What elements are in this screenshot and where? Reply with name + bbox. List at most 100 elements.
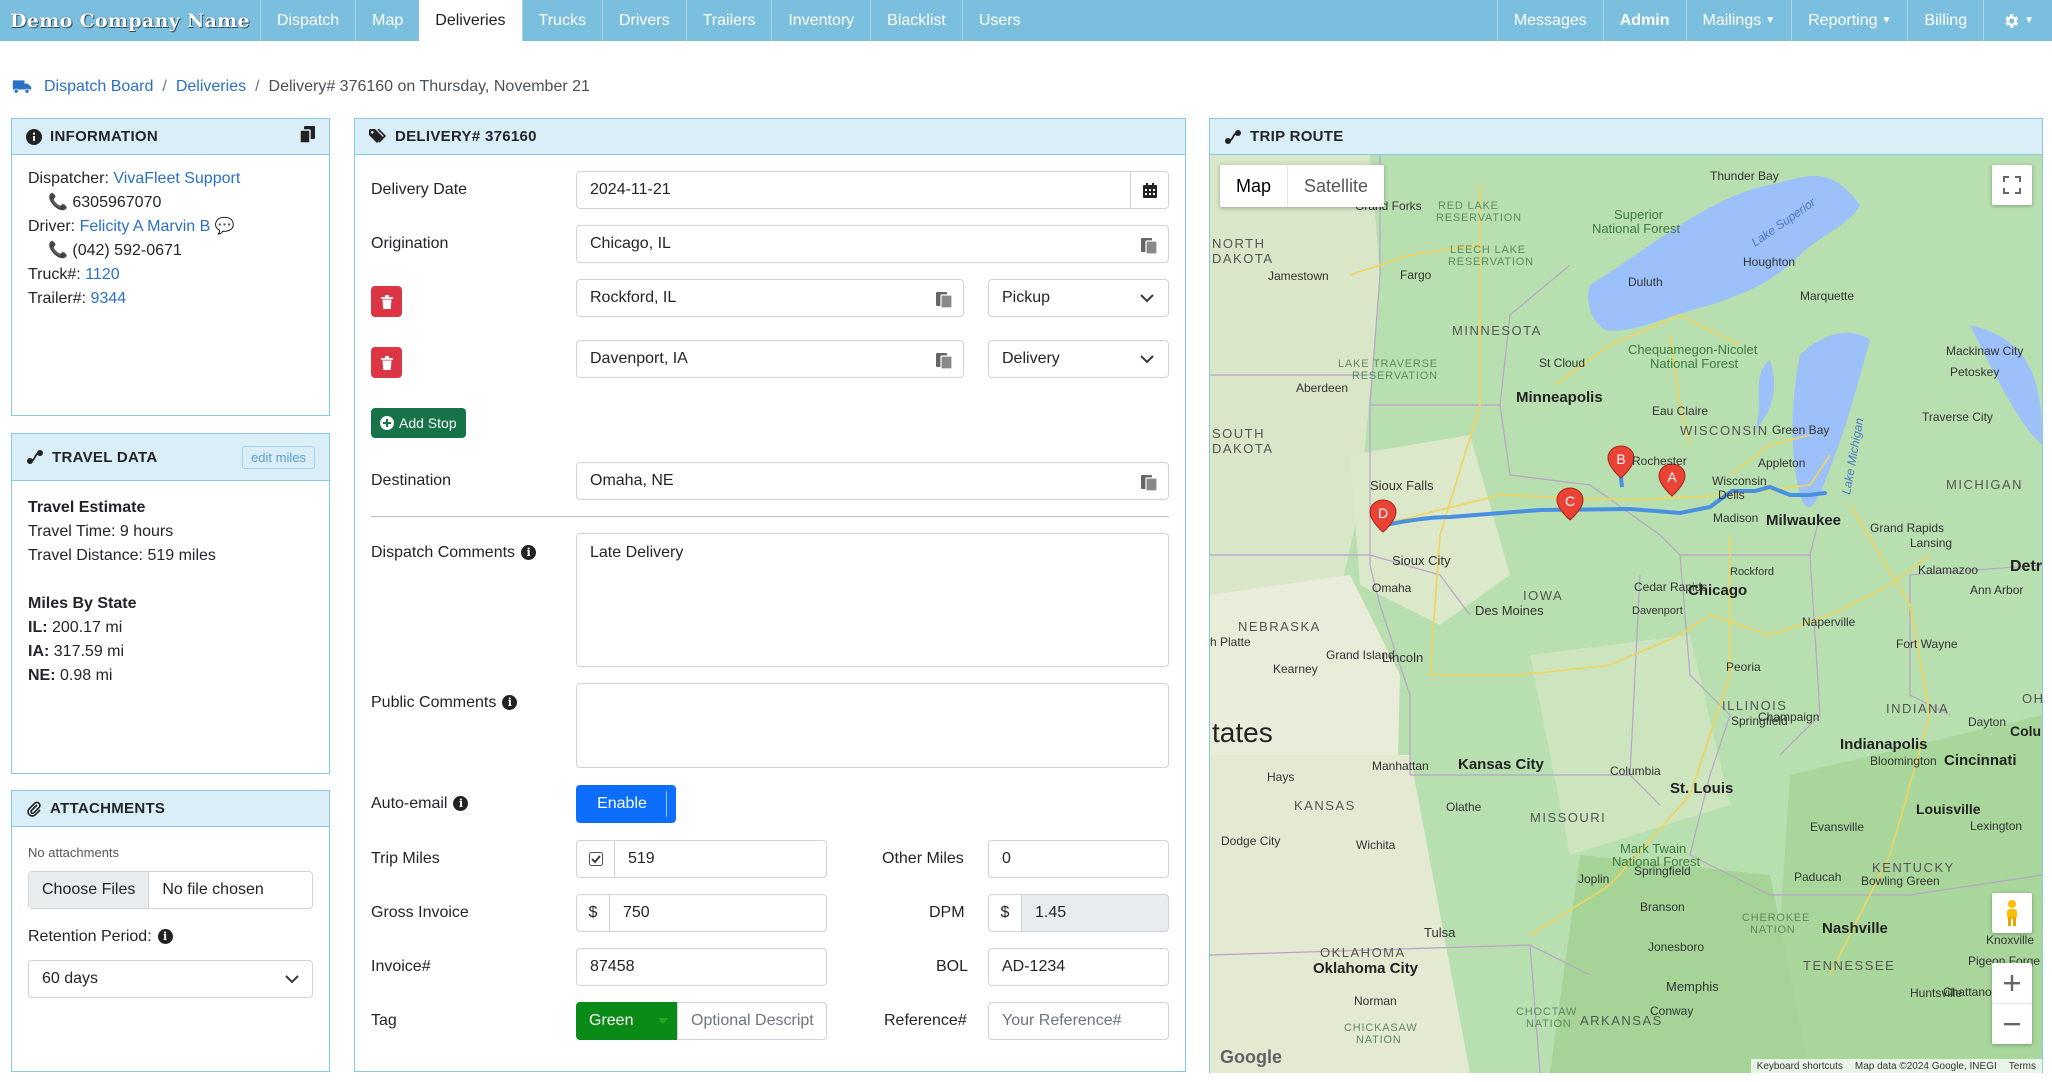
info-icon[interactable]: i	[502, 695, 518, 711]
reference-label: Reference#	[884, 1012, 967, 1029]
satellite-view-button[interactable]: Satellite	[1287, 165, 1384, 207]
travel-estimate-heading: Travel Estimate	[28, 499, 146, 516]
nav-admin[interactable]: Admin	[1602, 0, 1686, 41]
information-body: Dispatcher: VivaFleet Support 📞 63059670…	[12, 155, 329, 325]
trip-miles-input[interactable]: 519	[614, 840, 827, 878]
invoice-input[interactable]: 87458	[576, 948, 827, 986]
chevron-down-icon	[1140, 355, 1154, 364]
driver-phone: (042) 592-0671	[72, 242, 182, 259]
svg-text:Aberdeen: Aberdeen	[1296, 381, 1348, 395]
delete-stop-2-button[interactable]	[371, 347, 402, 378]
information-header: INFORMATION	[12, 119, 329, 155]
bol-input[interactable]: AD-1234	[988, 948, 1169, 986]
route-icon	[26, 449, 44, 465]
nav-settings[interactable]: ▼	[1983, 0, 2052, 41]
svg-text:Tulsa: Tulsa	[1424, 925, 1456, 940]
svg-text:Memphis: Memphis	[1666, 979, 1719, 994]
nav-billing[interactable]: Billing	[1907, 0, 1983, 41]
dispatch-comments-textarea[interactable]: Late Delivery	[576, 533, 1169, 667]
choose-files-button[interactable]: Choose Files	[29, 872, 150, 908]
route-map[interactable]: A B C D NORTH DAKOTA MINNESOTA WISCONSIN…	[1210, 155, 2042, 1073]
dispatcher-link[interactable]: VivaFleet Support	[113, 170, 240, 187]
breadcrumb-deliveries[interactable]: Deliveries	[176, 78, 246, 96]
nav-dispatch[interactable]: Dispatch	[259, 0, 355, 41]
enable-auto-email-button[interactable]: Enable	[576, 785, 676, 823]
auto-email-label-text: Auto-email	[371, 795, 448, 812]
zoom-in-button[interactable]	[1992, 964, 2032, 1004]
stop-2-input[interactable]: Davenport, IA	[576, 340, 964, 378]
delivery-date-input[interactable]: 2024-11-21	[576, 171, 1169, 209]
chat-icon[interactable]: 💬	[215, 218, 235, 235]
nav-inventory[interactable]: Inventory	[771, 0, 870, 41]
travel-time: Travel Time: 9 hours	[28, 523, 174, 540]
nav-reporting[interactable]: Reporting ▼	[1791, 0, 1907, 41]
trailer-link[interactable]: 9344	[91, 290, 127, 307]
delete-stop-1-button[interactable]	[371, 286, 402, 317]
trip-miles-checkbox[interactable]	[576, 840, 615, 878]
fullscreen-button[interactable]	[1992, 165, 2032, 205]
retention-label-text: Retention Period:	[28, 928, 152, 945]
stop-2-type-select[interactable]: Delivery	[988, 340, 1169, 378]
map-view-button[interactable]: Map	[1220, 165, 1287, 207]
clipboard-icon[interactable]	[1140, 473, 1158, 496]
svg-text:RED LAKE: RED LAKE	[1438, 200, 1499, 212]
driver-link[interactable]: Felicity A Marvin B	[80, 218, 211, 235]
clipboard-icon[interactable]	[935, 351, 953, 374]
svg-text:Indianapolis: Indianapolis	[1840, 736, 1928, 753]
state-code: NE:	[28, 667, 56, 684]
svg-text:Sioux Falls: Sioux Falls	[1370, 478, 1434, 493]
nav-trucks[interactable]: Trucks	[521, 0, 602, 41]
add-stop-button[interactable]: Add Stop	[371, 408, 466, 438]
street-view-pegman[interactable]	[1992, 893, 2032, 933]
clipboard-icon[interactable]	[1140, 236, 1158, 259]
retention-select[interactable]: 60 days	[28, 960, 313, 998]
other-miles-input[interactable]: 0	[988, 840, 1169, 878]
nav-deliveries[interactable]: Deliveries	[419, 0, 522, 41]
svg-text:Grand Rapids: Grand Rapids	[1870, 521, 1944, 535]
attachments-card: ATTACHMENTS No attachments Choose Files …	[11, 790, 330, 1072]
marker-a-label: A	[1667, 469, 1677, 485]
nav-drivers[interactable]: Drivers	[601, 0, 686, 41]
file-input[interactable]: Choose Files No file chosen	[28, 871, 313, 909]
map-label-indiana: INDIANA	[1886, 701, 1949, 716]
tag-description-input[interactable]: Optional Descript	[677, 1002, 827, 1040]
stop-1-type-select[interactable]: Pickup	[988, 279, 1169, 317]
calendar-icon[interactable]	[1130, 172, 1168, 208]
info-icon[interactable]: i	[453, 796, 469, 812]
nav-map[interactable]: Map	[355, 0, 419, 41]
svg-text:Naperville: Naperville	[1802, 615, 1856, 629]
stop-1-input[interactable]: Rockford, IL	[576, 279, 964, 317]
copy-icon[interactable]	[299, 126, 315, 147]
clipboard-icon[interactable]	[935, 290, 953, 313]
brand-logo[interactable]: Demo Company Name	[0, 0, 260, 41]
nav-reporting-label: Reporting	[1808, 11, 1878, 29]
terms-link[interactable]: Terms	[2009, 1061, 2036, 1072]
breadcrumb-dispatch-board[interactable]: Dispatch Board	[44, 78, 153, 96]
info-icon[interactable]: i	[157, 929, 173, 945]
svg-text:Peoria: Peoria	[1726, 660, 1761, 674]
nav-trailers[interactable]: Trailers	[685, 0, 772, 41]
edit-miles-button[interactable]: edit miles	[242, 445, 315, 469]
nav-blacklist[interactable]: Blacklist	[870, 0, 962, 41]
map-canvas[interactable]: A B C D NORTH DAKOTA MINNESOTA WISCONSIN…	[1210, 155, 2042, 1073]
nav-users[interactable]: Users	[961, 0, 1037, 41]
gross-invoice-input[interactable]: 750	[609, 894, 827, 932]
zoom-out-button[interactable]	[1992, 1004, 2032, 1044]
travel-distance: Travel Distance: 519 miles	[28, 547, 216, 564]
truck-link[interactable]: 1120	[85, 266, 119, 283]
nav-messages[interactable]: Messages	[1496, 0, 1603, 41]
svg-text:NATION: NATION	[1750, 924, 1796, 936]
tag-select[interactable]: Green	[576, 1002, 678, 1040]
trip-route-header: TRIP ROUTE	[1210, 119, 2042, 155]
fullscreen-icon	[2003, 176, 2021, 194]
public-comments-textarea[interactable]	[576, 683, 1169, 768]
trip-miles-label: Trip Miles	[371, 850, 440, 867]
origination-input[interactable]: Chicago, IL	[576, 225, 1169, 263]
destination-input[interactable]: Omaha, NE	[576, 462, 1169, 500]
info-icon[interactable]: i	[521, 545, 537, 561]
nav-mailings[interactable]: Mailings ▼	[1685, 0, 1792, 41]
keyboard-shortcuts-link[interactable]: Keyboard shortcuts	[1757, 1061, 1843, 1072]
svg-text:Bowling Green: Bowling Green	[1861, 874, 1940, 888]
reference-input[interactable]: Your Reference#	[988, 1002, 1169, 1040]
svg-text:Mackinaw City: Mackinaw City	[1946, 344, 2023, 358]
